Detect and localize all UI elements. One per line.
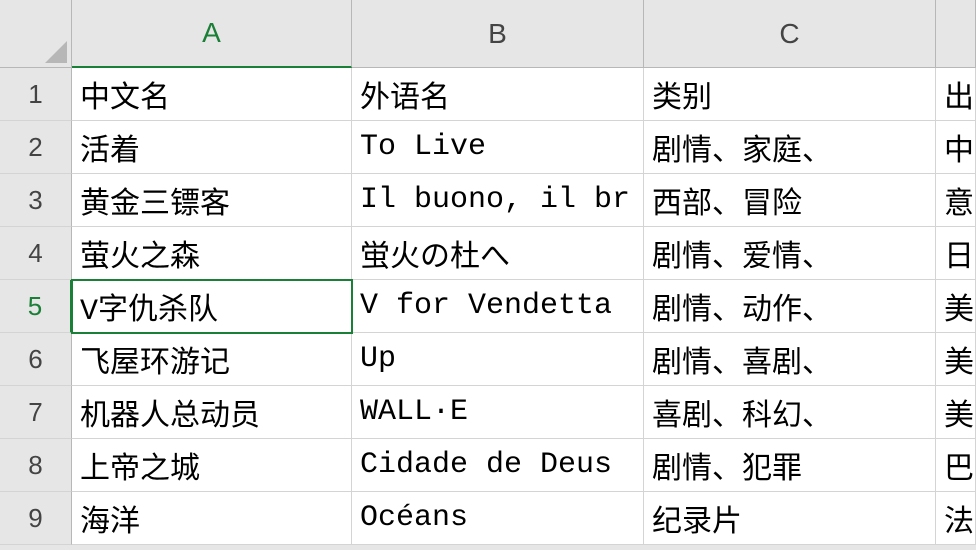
spreadsheet-grid: A B C 1 中文名 外语名 类别 出 2 活着 To Live 剧情、家庭、… [0, 0, 976, 545]
cell-D2[interactable]: 中 [936, 121, 976, 174]
cell-B1[interactable]: 外语名 [352, 68, 644, 121]
cell-B3[interactable]: Il buono, il br [352, 174, 644, 227]
select-all-triangle-icon [45, 41, 67, 63]
cell-B7[interactable]: WALL·E [352, 386, 644, 439]
cell-A8[interactable]: 上帝之城 [72, 439, 352, 492]
cell-D1[interactable]: 出 [936, 68, 976, 121]
cell-D5[interactable]: 美 [936, 280, 976, 333]
row-header-4[interactable]: 4 [0, 227, 72, 280]
row-header-2[interactable]: 2 [0, 121, 72, 174]
cell-C6[interactable]: 剧情、喜剧、 [644, 333, 936, 386]
cell-D3[interactable]: 意 [936, 174, 976, 227]
cell-C4[interactable]: 剧情、爱情、 [644, 227, 936, 280]
cell-B5[interactable]: V for Vendetta [352, 280, 644, 333]
cell-B4[interactable]: 蛍火の杜へ [352, 227, 644, 280]
cell-D7[interactable]: 美 [936, 386, 976, 439]
cell-C3[interactable]: 西部、冒险 [644, 174, 936, 227]
cell-D6[interactable]: 美 [936, 333, 976, 386]
cell-A1[interactable]: 中文名 [72, 68, 352, 121]
cell-A2[interactable]: 活着 [72, 121, 352, 174]
column-header-A[interactable]: A [72, 0, 352, 68]
row-header-5[interactable]: 5 [0, 280, 72, 333]
cell-A3[interactable]: 黄金三镖客 [72, 174, 352, 227]
row-header-1[interactable]: 1 [0, 68, 72, 121]
cell-A7[interactable]: 机器人总动员 [72, 386, 352, 439]
row-header-9[interactable]: 9 [0, 492, 72, 545]
cell-A9[interactable]: 海洋 [72, 492, 352, 545]
cell-B6[interactable]: Up [352, 333, 644, 386]
cell-B2[interactable]: To Live [352, 121, 644, 174]
cell-C9[interactable]: 纪录片 [644, 492, 936, 545]
row-header-8[interactable]: 8 [0, 439, 72, 492]
cell-D9[interactable]: 法 [936, 492, 976, 545]
cell-C7[interactable]: 喜剧、科幻、 [644, 386, 936, 439]
cell-C8[interactable]: 剧情、犯罪 [644, 439, 936, 492]
cell-C5[interactable]: 剧情、动作、 [644, 280, 936, 333]
select-all-corner[interactable] [0, 0, 72, 68]
column-header-B[interactable]: B [352, 0, 644, 68]
cell-C2[interactable]: 剧情、家庭、 [644, 121, 936, 174]
cell-B8[interactable]: Cidade de Deus [352, 439, 644, 492]
cell-D8[interactable]: 巴 [936, 439, 976, 492]
cell-B9[interactable]: Océans [352, 492, 644, 545]
cell-A6[interactable]: 飞屋环游记 [72, 333, 352, 386]
column-header-D[interactable] [936, 0, 976, 68]
cell-A4[interactable]: 萤火之森 [72, 227, 352, 280]
row-header-6[interactable]: 6 [0, 333, 72, 386]
column-header-C[interactable]: C [644, 0, 936, 68]
cell-D4[interactable]: 日 [936, 227, 976, 280]
row-header-3[interactable]: 3 [0, 174, 72, 227]
row-header-7[interactable]: 7 [0, 386, 72, 439]
cell-C1[interactable]: 类别 [644, 68, 936, 121]
cell-A5[interactable]: V字仇杀队 [72, 280, 352, 333]
